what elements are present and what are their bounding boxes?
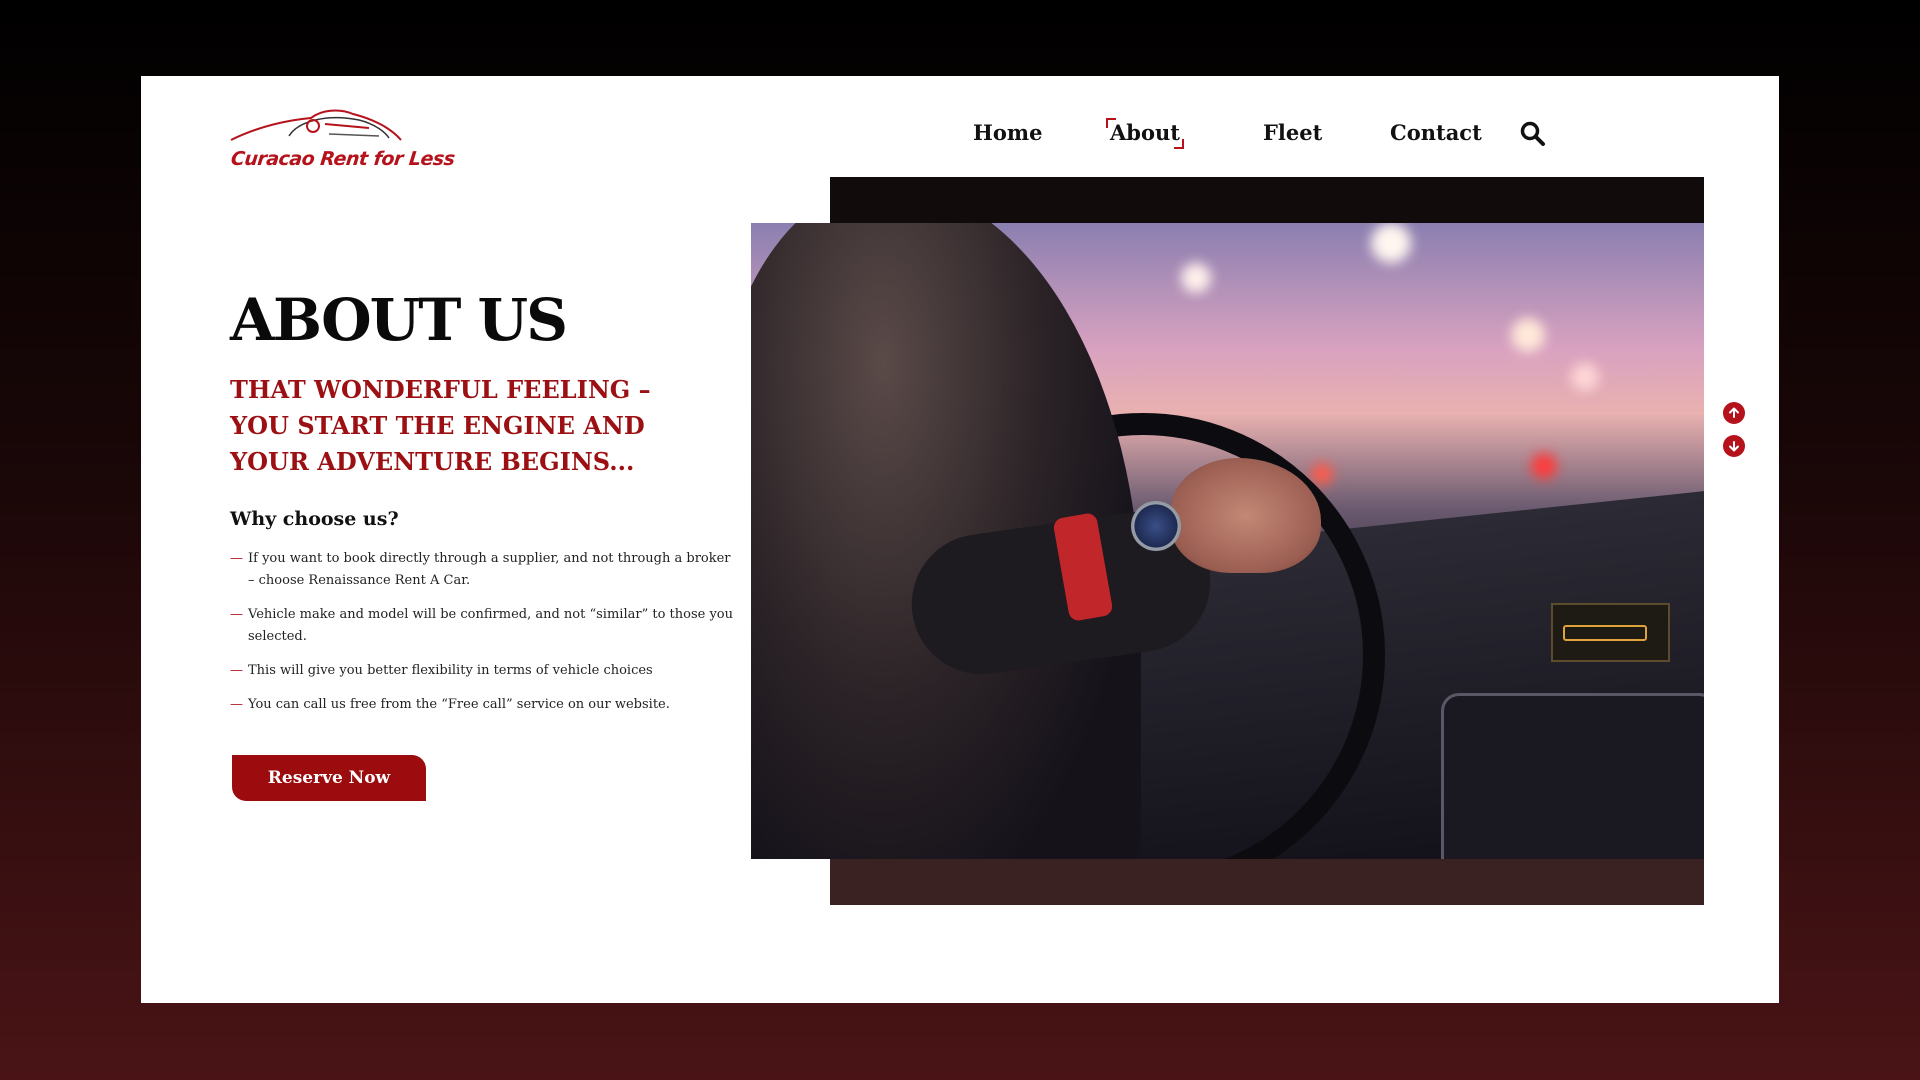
search-icon[interactable] <box>1519 120 1547 148</box>
nav-about[interactable]: About <box>1106 118 1184 149</box>
watch-shape <box>1131 501 1181 551</box>
image-backdrop-top <box>830 177 1704 224</box>
page-title: ABOUT US <box>230 286 568 354</box>
arrow-down-icon <box>1729 441 1739 452</box>
list-item: — If you want to book directly through a… <box>230 548 740 592</box>
why-choose-heading: Why choose us? <box>230 508 399 530</box>
dash-marker: — <box>230 697 243 712</box>
nav-fleet[interactable]: Fleet <box>1263 120 1322 145</box>
reason-text: You can call us free from the “Free call… <box>248 697 670 712</box>
dash-marker: — <box>230 551 243 566</box>
scroll-down-button[interactable] <box>1723 435 1745 457</box>
list-item: — Vehicle make and model will be confirm… <box>230 604 740 648</box>
man-driving-car-photo <box>751 223 1704 859</box>
dash-marker: — <box>230 663 243 678</box>
reserve-now-button[interactable]: Reserve Now <box>232 755 426 801</box>
car-console-shape <box>1441 693 1704 859</box>
reason-text: If you want to book directly through a s… <box>248 551 731 588</box>
reason-text: Vehicle make and model will be confirmed… <box>248 607 733 644</box>
dash-marker: — <box>230 607 243 622</box>
reason-text: This will give you better flexibility in… <box>248 663 653 678</box>
car-display-shape <box>1551 603 1670 662</box>
scroll-up-button[interactable] <box>1723 402 1745 424</box>
nav-home[interactable]: Home <box>973 120 1042 145</box>
page-subtitle: THAT WONDERFUL FEELING – YOU START THE E… <box>230 375 651 476</box>
page-card: Curacao Rent for Less Home About Fleet C… <box>141 76 1779 1003</box>
arrow-up-icon <box>1729 407 1739 418</box>
list-item: — This will give you better flexibility … <box>230 660 740 682</box>
list-item: — You can call us free from the “Free ca… <box>230 694 740 716</box>
reasons-list: — If you want to book directly through a… <box>230 548 740 728</box>
nav-contact[interactable]: Contact <box>1390 120 1482 145</box>
image-backdrop-bottom <box>830 859 1704 905</box>
